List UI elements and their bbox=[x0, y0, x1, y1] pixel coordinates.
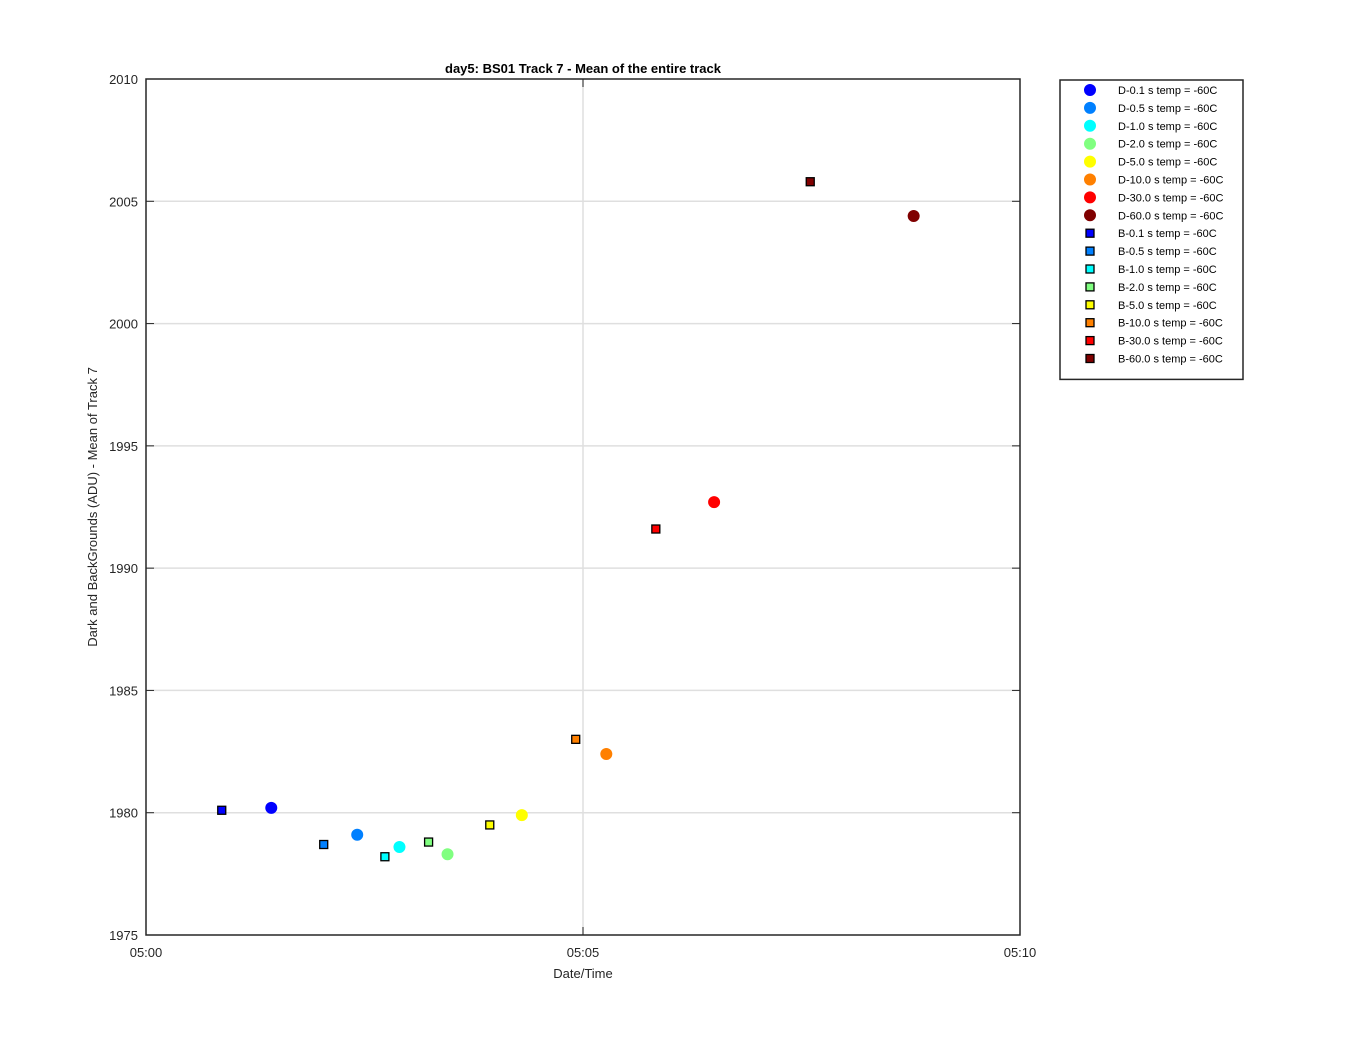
legend-entry-label: B-60.0 s temp = -60C bbox=[1118, 354, 1223, 366]
data-point bbox=[708, 496, 721, 509]
y-tick-label: 2005 bbox=[109, 194, 138, 209]
legend-entry-label: D-1.0 s temp = -60C bbox=[1118, 121, 1217, 133]
data-point bbox=[485, 820, 495, 830]
legend-entry-label: B-0.1 s temp = -60C bbox=[1118, 228, 1217, 240]
x-tick-label: 05:00 bbox=[130, 945, 163, 960]
legend-marker bbox=[1084, 84, 1096, 96]
legend-marker bbox=[1084, 191, 1096, 204]
legend-marker bbox=[1085, 353, 1095, 364]
legend-marker bbox=[1084, 173, 1096, 186]
legend-marker bbox=[1085, 300, 1095, 310]
data-point bbox=[351, 828, 364, 841]
data-point bbox=[217, 805, 227, 815]
y-tick-label: 1980 bbox=[109, 806, 138, 821]
y-tick-label: 2010 bbox=[109, 72, 138, 87]
x-tick-label: 05:05 bbox=[567, 945, 600, 960]
legend-entry-label: D-30.0 s temp = -60C bbox=[1118, 192, 1224, 204]
legend-marker bbox=[1084, 155, 1096, 168]
legend-entry-label: D-0.1 s temp = -60C bbox=[1118, 85, 1217, 97]
legend-marker bbox=[1084, 119, 1096, 132]
legend-marker bbox=[1085, 264, 1095, 274]
data-point bbox=[423, 837, 434, 847]
legend-entry-label: D-2.0 s temp = -60C bbox=[1118, 139, 1217, 151]
legend-marker bbox=[1085, 228, 1095, 238]
data-point bbox=[805, 177, 815, 187]
legend-marker bbox=[1085, 318, 1095, 328]
legend-entry-label: D-10.0 s temp = -60C bbox=[1118, 175, 1224, 187]
legend-entry-label: D-0.5 s temp = -60C bbox=[1118, 103, 1217, 115]
y-tick-label: 1995 bbox=[109, 439, 138, 454]
y-axis-label: Dark and BackGrounds (ADU) - Mean of Tra… bbox=[85, 367, 100, 647]
legend-entry-label: B-1.0 s temp = -60C bbox=[1118, 264, 1217, 276]
y-tick-label: 1985 bbox=[109, 683, 138, 698]
data-point bbox=[380, 852, 390, 862]
data-point bbox=[515, 809, 528, 822]
x-tick-label: 05:10 bbox=[1004, 945, 1037, 960]
x-axis-label: Date/Time bbox=[553, 966, 612, 981]
data-point bbox=[441, 848, 454, 861]
y-tick-label: 1990 bbox=[109, 561, 138, 576]
legend-entry-label: B-10.0 s temp = -60C bbox=[1118, 318, 1223, 330]
data-point bbox=[393, 840, 406, 853]
legend-entry-label: B-0.5 s temp = -60C bbox=[1118, 246, 1217, 258]
legend-marker bbox=[1085, 246, 1095, 256]
legend: D-0.1 s temp = -60C D-0.5 s temp = -60C D-… bbox=[1059, 79, 1244, 381]
legend-entry-label: B-2.0 s temp = -60C bbox=[1118, 282, 1217, 294]
data-point bbox=[265, 801, 278, 814]
data-point bbox=[319, 839, 329, 850]
y-tick-label: 2000 bbox=[109, 317, 138, 332]
y-tick-label: 1975 bbox=[109, 928, 138, 943]
legend-entry-label: D-5.0 s temp = -60C bbox=[1118, 157, 1217, 169]
legend-marker bbox=[1084, 209, 1096, 222]
legend-marker bbox=[1084, 137, 1096, 150]
legend-marker bbox=[1084, 101, 1096, 114]
legend-entry-label: D-60.0 s temp = -60C bbox=[1118, 210, 1224, 222]
data-point bbox=[571, 734, 581, 744]
plot-area: 1975 1980 1985 1990 1995 2000 2005 2010 05:00 05:… bbox=[109, 72, 1036, 960]
data-point bbox=[651, 524, 661, 534]
data-point bbox=[600, 748, 613, 761]
legend-marker bbox=[1085, 335, 1095, 346]
legend-entry-label: B-30.0 s temp = -60C bbox=[1118, 336, 1223, 348]
legend-marker bbox=[1085, 282, 1095, 292]
legend-entry-label: B-5.0 s temp = -60C bbox=[1118, 300, 1217, 312]
chart-figure: day5: BS01 Track 7 - Mean of the entire … bbox=[85, 61, 1244, 981]
chart-title: day5: BS01 Track 7 - Mean of the entire … bbox=[445, 61, 722, 76]
data-point bbox=[907, 209, 920, 222]
